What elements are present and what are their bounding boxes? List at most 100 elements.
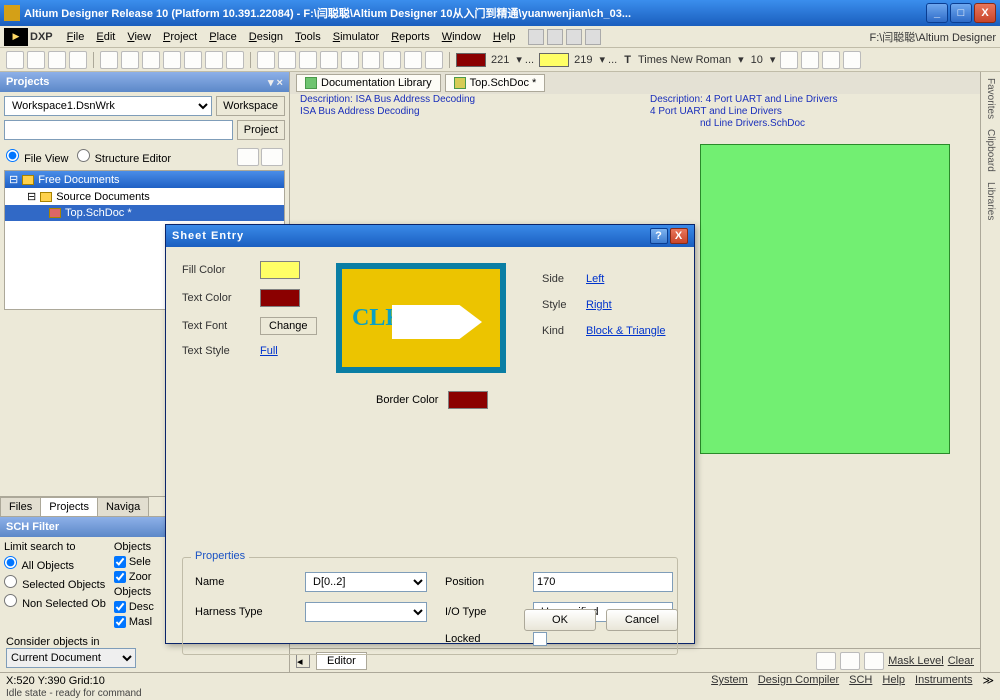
status-system[interactable]: System <box>711 674 748 687</box>
tab-files[interactable]: Files <box>0 497 41 516</box>
side-tab-clipboard[interactable]: Clipboard <box>985 129 996 172</box>
side-link[interactable]: Left <box>586 273 604 285</box>
menu-place[interactable]: Place <box>209 31 237 43</box>
panel-menu-icon[interactable]: ▾ × <box>268 76 283 89</box>
text-style-link[interactable]: Full <box>260 345 278 357</box>
tool-button[interactable] <box>299 51 317 69</box>
project-input[interactable] <box>4 120 233 140</box>
close-button[interactable]: X <box>974 3 996 23</box>
tool-button[interactable] <box>257 51 275 69</box>
menu-help[interactable]: Help <box>493 31 516 43</box>
dxp-icon[interactable]: ▶ <box>4 28 28 46</box>
side-tab-libraries[interactable]: Libraries <box>985 182 996 220</box>
position-input[interactable] <box>533 572 673 592</box>
dialog-titlebar[interactable]: Sheet Entry ? X <box>166 225 694 247</box>
chk-select[interactable]: Sele <box>114 556 154 568</box>
font-name[interactable]: Times New Roman <box>638 54 731 66</box>
nonselected-objects-radio[interactable]: Non Selected Ob <box>4 594 106 610</box>
tool-button[interactable] <box>278 51 296 69</box>
menu-simulator[interactable]: Simulator <box>333 31 379 43</box>
dialog-close-button[interactable]: X <box>670 228 688 244</box>
ok-button[interactable]: OK <box>524 609 596 631</box>
mask-level-link[interactable]: Mask Level <box>888 655 944 667</box>
ed-tool[interactable] <box>816 652 836 670</box>
tool-button[interactable] <box>184 51 202 69</box>
tool-button[interactable] <box>404 51 422 69</box>
side-tab-favorites[interactable]: Favorites <box>985 78 996 119</box>
color-swatch-1[interactable] <box>456 53 486 67</box>
dialog-help-button[interactable]: ? <box>650 228 668 244</box>
tool-button[interactable] <box>822 51 840 69</box>
scope-select[interactable]: Current Document <box>6 648 136 668</box>
tool-button[interactable] <box>780 51 798 69</box>
selected-objects-radio[interactable]: Selected Objects <box>4 575 106 591</box>
sheet-symbol[interactable] <box>700 144 950 454</box>
chk-mask[interactable]: Masl <box>114 616 154 628</box>
tool-button[interactable] <box>362 51 380 69</box>
doc-tab-top[interactable]: Top.SchDoc * <box>445 74 546 92</box>
text-color-swatch[interactable] <box>260 289 300 307</box>
tool-button[interactable] <box>142 51 160 69</box>
panel-opt-button[interactable] <box>237 148 259 166</box>
status-design-compiler[interactable]: Design Compiler <box>758 674 839 687</box>
menu-file[interactable]: File <box>67 31 85 43</box>
tool-button[interactable] <box>320 51 338 69</box>
maximize-button[interactable]: □ <box>950 3 972 23</box>
tool-button[interactable] <box>843 51 861 69</box>
workspace-select[interactable]: Workspace1.DsnWrk <box>4 96 212 116</box>
all-objects-radio[interactable]: All Objects <box>4 556 106 572</box>
toolbar-icon[interactable] <box>585 29 601 45</box>
tool-button[interactable] <box>163 51 181 69</box>
font-size[interactable]: 10 <box>751 54 763 66</box>
tool-button[interactable] <box>226 51 244 69</box>
tool-button[interactable] <box>205 51 223 69</box>
tool-button[interactable] <box>383 51 401 69</box>
status-help[interactable]: Help <box>882 674 905 687</box>
ed-tool[interactable] <box>840 652 860 670</box>
workspace-button[interactable]: Workspace <box>216 96 285 116</box>
status-sch[interactable]: SCH <box>849 674 872 687</box>
menu-reports[interactable]: Reports <box>391 31 430 43</box>
name-input[interactable]: D[0..2] <box>305 572 427 592</box>
structure-editor-radio[interactable]: Structure Editor <box>77 149 171 165</box>
tab-navigator[interactable]: Naviga <box>97 497 149 516</box>
tool-button[interactable] <box>69 51 87 69</box>
harness-select[interactable] <box>305 602 427 622</box>
tool-button[interactable] <box>121 51 139 69</box>
file-view-radio[interactable]: File View <box>6 149 69 165</box>
clear-link[interactable]: Clear <box>948 655 974 667</box>
change-font-button[interactable]: Change <box>260 317 317 335</box>
status-instruments[interactable]: Instruments <box>915 674 972 687</box>
tree-document[interactable]: Top.SchDoc * <box>5 205 284 221</box>
menu-tools[interactable]: Tools <box>295 31 321 43</box>
toolbar-icon[interactable] <box>547 29 563 45</box>
tool-button[interactable] <box>425 51 443 69</box>
tab-projects[interactable]: Projects <box>40 497 98 516</box>
dxp-label[interactable]: DXP <box>30 31 53 43</box>
menu-window[interactable]: Window <box>442 31 481 43</box>
style-link[interactable]: Right <box>586 299 612 311</box>
color-swatch-2[interactable] <box>539 53 569 67</box>
tool-button[interactable] <box>48 51 66 69</box>
tool-button[interactable] <box>100 51 118 69</box>
menu-edit[interactable]: Edit <box>96 31 115 43</box>
tool-button[interactable] <box>27 51 45 69</box>
cancel-button[interactable]: Cancel <box>606 609 678 631</box>
fill-color-swatch[interactable] <box>260 261 300 279</box>
tool-button[interactable] <box>341 51 359 69</box>
menu-view[interactable]: View <box>127 31 151 43</box>
toolbar-icon[interactable] <box>528 29 544 45</box>
toolbar-icon[interactable] <box>566 29 582 45</box>
minimize-button[interactable]: _ <box>926 3 948 23</box>
chk-desc[interactable]: Desc <box>114 601 154 613</box>
ed-tool[interactable] <box>864 652 884 670</box>
menu-design[interactable]: Design <box>249 31 283 43</box>
project-button[interactable]: Project <box>237 120 285 140</box>
chk-zoom[interactable]: Zoor <box>114 571 154 583</box>
menu-project[interactable]: Project <box>163 31 197 43</box>
tool-button[interactable] <box>801 51 819 69</box>
panel-opt-button[interactable] <box>261 148 283 166</box>
tree-root[interactable]: ⊟ Free Documents <box>5 171 284 188</box>
doc-tab-lib[interactable]: Documentation Library <box>296 74 441 92</box>
tool-button[interactable] <box>6 51 24 69</box>
